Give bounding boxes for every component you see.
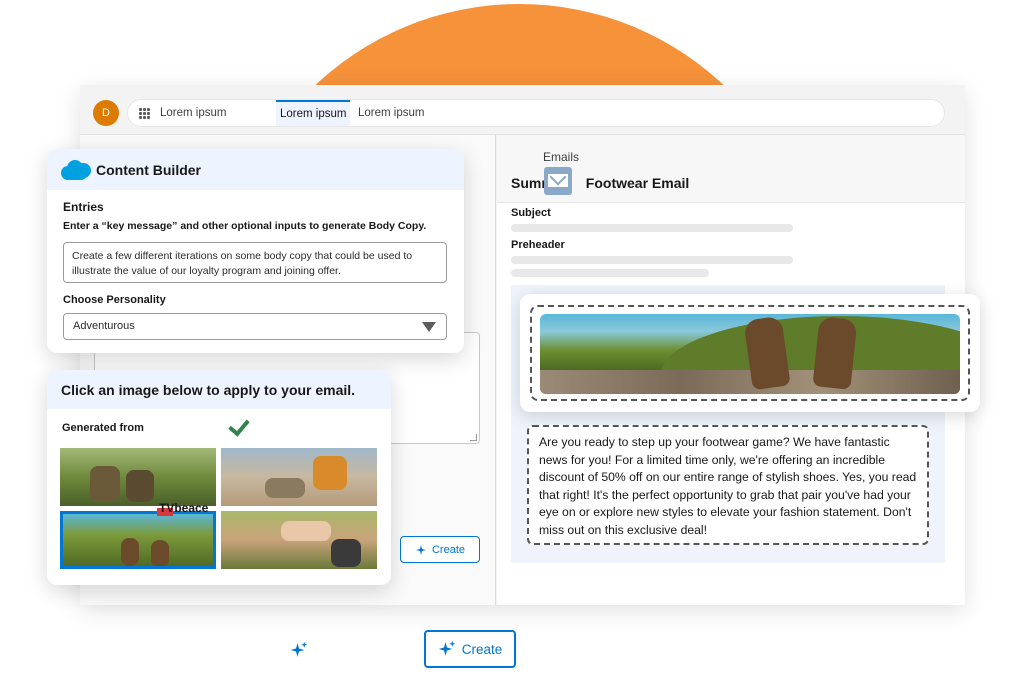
personality-value: Adventurous <box>73 320 135 332</box>
tab-bar: Lorem ipsum Lorem ipsum Lorem ipsum <box>127 99 945 127</box>
create-button[interactable]: Create <box>424 630 516 668</box>
personality-label: Choose Personality <box>63 294 166 306</box>
app-launcher-icon[interactable] <box>139 108 150 119</box>
tab-1[interactable]: Lorem ipsum <box>156 100 230 126</box>
image-thumbnail-1[interactable] <box>60 448 216 506</box>
content-builder-title: Content Builder <box>96 162 201 178</box>
preheader-placeholder-1 <box>511 256 793 264</box>
body-copy-block[interactable]: Are you ready to step up your footwear g… <box>527 425 929 545</box>
chevron-down-icon <box>422 322 436 332</box>
entries-instructions: Enter a “key message” and other optional… <box>63 220 427 232</box>
tab-2[interactable]: Lorem ipsum <box>276 100 351 126</box>
preheader-placeholder-2 <box>511 269 709 277</box>
image-picker-panel: Click an image below to apply to your em… <box>47 370 391 585</box>
content-builder-header: Content Builder <box>47 149 464 190</box>
create-button-inner-label: Create <box>431 543 466 556</box>
image-picker-header: Click an image below to apply to your em… <box>47 370 391 409</box>
create-button-label: Create <box>461 641 503 657</box>
key-message-input[interactable]: Create a few different iterations on som… <box>63 242 447 283</box>
personality-select[interactable]: Adventurous <box>63 313 447 340</box>
sparkle-icon <box>290 641 308 657</box>
hero-image-block[interactable] <box>520 294 980 412</box>
image-thumbnail-3-selected[interactable] <box>60 511 216 569</box>
email-title: Summ Footwear Email <box>511 175 690 191</box>
image-picker-heading: Click an image below to apply to your em… <box>61 382 356 398</box>
hero-image-frame <box>530 305 970 401</box>
tab-3[interactable]: Lorem ipsum <box>354 100 428 126</box>
preheader-label: Preheader <box>511 239 565 251</box>
boot-shape <box>812 316 858 390</box>
subject-placeholder <box>511 224 793 232</box>
envelope-icon <box>544 167 572 195</box>
top-bar: D Lorem ipsum Lorem ipsum Lorem ipsum <box>80 85 965 135</box>
subject-label: Subject <box>511 207 551 219</box>
create-button-inner[interactable]: Create <box>400 536 480 563</box>
generated-from-label: Generated from <box>62 422 144 434</box>
sparkle-icon <box>438 640 455 656</box>
hero-image <box>540 314 960 394</box>
object-label: Emails <box>543 150 580 164</box>
avatar[interactable]: D <box>93 100 119 126</box>
image-thumbnail-4[interactable] <box>221 511 377 569</box>
sparkle-icon <box>415 544 426 555</box>
image-thumbnail-2[interactable] <box>221 448 377 506</box>
resize-handle[interactable] <box>470 434 477 441</box>
salesforce-cloud-icon <box>61 160 91 180</box>
entries-heading: Entries <box>63 200 104 214</box>
email-header: Emails Summ Footwear Email <box>497 135 965 203</box>
avatar-initial: D <box>102 107 110 119</box>
checkmark-icon <box>227 416 247 436</box>
overlay-text: TVbeace <box>159 501 209 515</box>
content-builder-panel: Content Builder Entries Enter a “key mes… <box>47 149 464 353</box>
